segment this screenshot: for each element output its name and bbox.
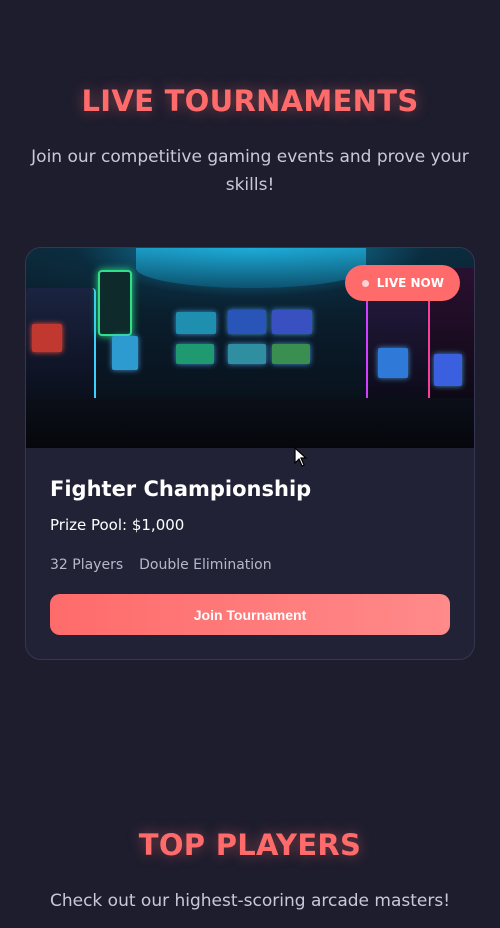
live-dot-icon: [361, 279, 369, 287]
arcade-screen: [434, 354, 462, 386]
ceiling-light: [136, 248, 366, 288]
arcade-screen: [176, 344, 214, 364]
arcade-screen: [228, 344, 266, 364]
tournament-format: Double Elimination: [139, 557, 272, 573]
arcade-screen: [228, 310, 266, 334]
mouse-cursor-icon: [294, 447, 308, 467]
join-tournament-button[interactable]: Join Tournament: [50, 594, 450, 635]
arcade-screen: [32, 324, 62, 352]
tournament-meta: 32 Players Double Elimination: [50, 557, 272, 573]
tournament-title: Fighter Championship: [50, 477, 312, 501]
arcade-room-image: LIVE NOW: [26, 248, 474, 448]
arcade-cabinet: [98, 270, 132, 336]
arcade-screen: [176, 312, 216, 334]
floor: [26, 398, 474, 448]
prize-pool: Prize Pool: $1,000: [50, 516, 185, 534]
arcade-screen: [378, 348, 408, 378]
player-count: 32 Players: [50, 557, 124, 573]
live-badge-label: LIVE NOW: [376, 276, 444, 290]
tournaments-title: LIVE TOURNAMENTS: [81, 84, 419, 118]
tournament-card: LIVE NOW Fighter Championship Prize Pool…: [25, 247, 475, 660]
arcade-screen: [272, 344, 310, 364]
tournaments-subtitle: Join our competitive gaming events and p…: [31, 147, 469, 195]
top-players-title: TOP PLAYERS: [138, 828, 362, 862]
top-players-subtitle: Check out our highest-scoring arcade mas…: [49, 891, 451, 911]
live-badge: LIVE NOW: [344, 265, 460, 301]
arcade-screen: [112, 336, 138, 370]
arcade-screen: [272, 310, 312, 334]
